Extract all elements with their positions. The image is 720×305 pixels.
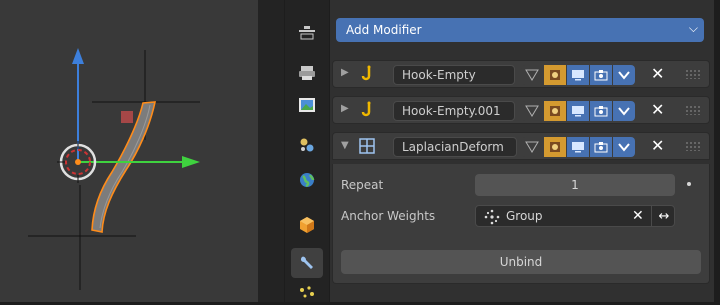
modifier-header-hook-empty-001[interactable]: ▶ Hook-Empty.001 ✕: [332, 96, 710, 124]
modifier-properties-panel: Add Modifier ⌵ ▶ Hook-Empty ✕ ▶ Hook-Emp…: [330, 0, 714, 302]
modifier-visibility-buttons: [521, 137, 635, 157]
render-icon[interactable]: [590, 137, 612, 157]
scene-tab[interactable]: [291, 130, 323, 160]
expand-triangle-icon[interactable]: ▶: [341, 67, 349, 78]
particles-tab[interactable]: [291, 284, 323, 302]
remove-modifier-icon[interactable]: ✕: [651, 136, 664, 155]
area-divider[interactable]: [258, 0, 284, 302]
scene-icon: [300, 138, 314, 152]
chevron-down-icon: ⌵: [688, 21, 698, 35]
hook-icon: [361, 65, 371, 81]
clear-field-icon[interactable]: ✕: [632, 208, 644, 224]
vertex-group-icon: [484, 209, 500, 225]
dropdown-chevron-icon[interactable]: [613, 65, 635, 85]
viewport-display-icon[interactable]: [567, 101, 589, 121]
repeat-number-field[interactable]: 1: [475, 174, 675, 196]
image-icon: [299, 98, 315, 112]
on-cage-icon[interactable]: [521, 101, 543, 121]
viewport-scene: [28, 48, 200, 290]
on-cage-icon[interactable]: [521, 137, 543, 157]
blender-window: Add Modifier ⌵ ▶ Hook-Empty ✕ ▶ Hook-Emp…: [0, 0, 720, 302]
x-axis-arrow: [182, 156, 200, 168]
lattice-icon: [359, 138, 375, 154]
object-tab[interactable]: [291, 210, 323, 240]
edit-mode-icon[interactable]: [544, 137, 566, 157]
modifier-name-field[interactable]: Hook-Empty.001: [393, 101, 515, 121]
wrench-icon: [300, 256, 313, 269]
view-layer-icon: [299, 26, 315, 40]
drag-handle-icon[interactable]: [685, 141, 701, 151]
edit-mode-icon[interactable]: [544, 65, 566, 85]
printer-icon: [299, 66, 315, 80]
world-tab[interactable]: [291, 165, 323, 195]
render-icon[interactable]: [590, 101, 612, 121]
modifier-tab[interactable]: [291, 248, 323, 278]
cube-icon: [300, 217, 314, 233]
image-tab[interactable]: [291, 90, 323, 120]
particles-icon: [300, 286, 314, 298]
drag-handle-icon[interactable]: [685, 69, 701, 79]
laplacian-deform-settings: Repeat 1 Anchor Weights Group ✕ ↔ Unbind: [332, 164, 710, 284]
output-tab[interactable]: [291, 58, 323, 88]
anchor-weights-field[interactable]: Group ✕ ↔: [475, 205, 675, 227]
properties-tab-bar: [285, 0, 329, 302]
3d-viewport[interactable]: [0, 0, 258, 302]
hook-empty-marker: [121, 111, 133, 123]
modifier-visibility-buttons: [521, 101, 635, 121]
repeat-label: Repeat: [341, 178, 384, 192]
expand-triangle-icon[interactable]: ▶: [341, 103, 349, 114]
invert-arrows-icon[interactable]: ↔: [651, 206, 676, 226]
dropdown-chevron-icon[interactable]: [613, 137, 635, 157]
object-origin: [75, 159, 81, 165]
add-modifier-label: Add Modifier: [346, 23, 422, 37]
render-icon[interactable]: [590, 65, 612, 85]
modifier-name-field[interactable]: LaplacianDeform: [393, 137, 517, 157]
unbind-button[interactable]: Unbind: [341, 250, 701, 274]
remove-modifier-icon[interactable]: ✕: [651, 100, 664, 119]
hook-icon: [361, 101, 371, 117]
anchor-weights-value: Group: [506, 209, 543, 223]
z-axis-arrow: [72, 48, 84, 64]
modifier-header-laplacian-deform[interactable]: ▼ LaplacianDeform ✕: [332, 132, 710, 160]
viewport-display-icon[interactable]: [567, 137, 589, 157]
view-layer-tab[interactable]: [291, 18, 323, 48]
dropdown-chevron-icon[interactable]: [613, 101, 635, 121]
anchor-weights-label: Anchor Weights: [341, 209, 436, 223]
keyframe-dot-icon[interactable]: [687, 182, 691, 186]
viewport-display-icon[interactable]: [567, 65, 589, 85]
drag-handle-icon[interactable]: [685, 105, 701, 115]
modifier-name-field[interactable]: Hook-Empty: [393, 65, 515, 85]
on-cage-icon[interactable]: [521, 65, 543, 85]
modifier-visibility-buttons: [521, 65, 635, 85]
remove-modifier-icon[interactable]: ✕: [651, 64, 664, 83]
add-modifier-button[interactable]: Add Modifier ⌵: [336, 18, 704, 42]
edit-mode-icon[interactable]: [544, 101, 566, 121]
collapse-triangle-icon[interactable]: ▼: [341, 140, 349, 151]
modifier-header-hook-empty[interactable]: ▶ Hook-Empty ✕: [332, 60, 710, 88]
world-icon: [300, 173, 315, 188]
